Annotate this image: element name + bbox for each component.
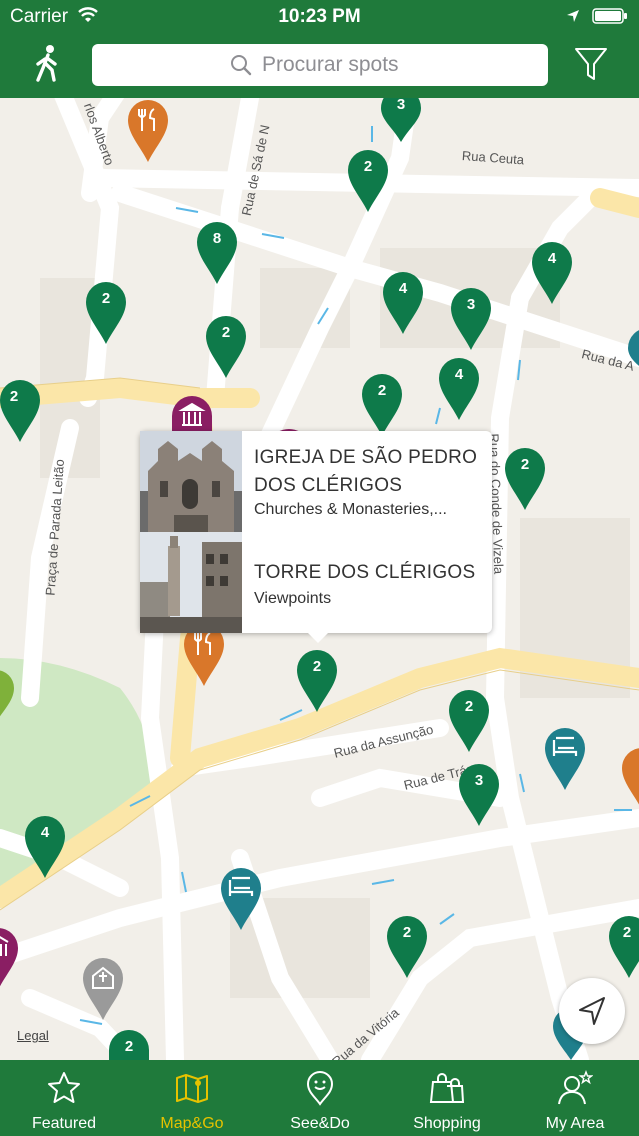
cluster-pin[interactable]: 2: [505, 448, 545, 515]
tab-label: Map&Go: [160, 1115, 224, 1132]
church-photo: [140, 431, 242, 532]
pin-count: 2: [377, 382, 387, 399]
cluster-pin[interactable]: 2: [449, 690, 489, 757]
tab-label: See&Do: [290, 1115, 350, 1132]
pin-count: 3: [474, 772, 484, 789]
spot-title: IGREJA DE SÃO PEDRO: [254, 447, 478, 468]
spot-title: DOS CLÉRIGOS: [254, 475, 403, 496]
cluster-pin[interactable]: 8: [197, 222, 237, 289]
tab-label: My Area: [545, 1115, 605, 1132]
restaurant-pin[interactable]: [622, 748, 639, 815]
tab-label: Featured: [31, 1115, 97, 1132]
filter-icon[interactable]: [574, 46, 608, 82]
restaurant-pin[interactable]: [128, 100, 168, 167]
cluster-pin[interactable]: 4: [532, 242, 572, 309]
callout-tail: [306, 631, 330, 643]
spot-category: Viewpoints: [254, 590, 332, 607]
cluster-pin[interactable]: 2: [297, 650, 337, 717]
cluster-pin[interactable]: 2: [0, 380, 40, 447]
battery-icon: [592, 8, 627, 24]
tab-label: Shopping: [413, 1115, 481, 1132]
pin-count: 2: [363, 158, 373, 175]
cluster-pin[interactable]: 4: [439, 358, 479, 425]
spot-item[interactable]: IGREJA DE SÃO PEDRO DOS CLÉRIGOS Churche…: [140, 431, 492, 532]
star-icon: [48, 1072, 80, 1103]
shopping-bags-icon: [429, 1073, 465, 1103]
search-placeholder: Procurar spots: [262, 53, 399, 76]
pin-count: 3: [466, 296, 476, 313]
cluster-pin[interactable]: 3: [459, 764, 499, 831]
status-bar: Carrier 10:23 PM: [0, 0, 639, 34]
tab-bar: Featured Map&Go See&Do Shopping My Area: [0, 1060, 639, 1136]
navigation-arrow-icon: [579, 997, 605, 1025]
pin-count: 4: [398, 280, 408, 297]
pin-count: 8: [212, 230, 222, 247]
pin-count: 2: [622, 924, 632, 941]
cluster-pin[interactable]: 2: [86, 282, 126, 349]
my-location-button[interactable]: [559, 978, 625, 1044]
cluster-pin[interactable]: 2: [609, 916, 639, 983]
tower-photo: [140, 532, 242, 633]
park-pin[interactable]: [0, 670, 14, 727]
pin-count: 4: [547, 250, 557, 267]
search-input[interactable]: Procurar spots: [92, 44, 548, 86]
user-star-icon: [558, 1070, 593, 1105]
spot-callout[interactable]: IGREJA DE SÃO PEDRO DOS CLÉRIGOS Churche…: [140, 431, 492, 643]
cluster-pin[interactable]: 3: [381, 98, 421, 147]
monument-pin[interactable]: [0, 928, 18, 995]
top-bar: Procurar spots: [0, 34, 639, 98]
hotel-pin[interactable]: [628, 328, 639, 377]
tab-see-and-do[interactable]: See&Do: [256, 1060, 384, 1136]
pin-count: 2: [402, 924, 412, 941]
cluster-pin[interactable]: 2: [348, 150, 388, 217]
pin-count: 2: [312, 658, 322, 675]
tab-my-area[interactable]: My Area: [511, 1060, 639, 1136]
cluster-pin[interactable]: 2: [387, 916, 427, 983]
restaurant-pin[interactable]: [184, 624, 224, 691]
pin-count: 2: [101, 290, 111, 307]
pin-count: 2: [9, 388, 19, 405]
spot-item[interactable]: TORRE DOS CLÉRIGOS Viewpoints: [140, 532, 492, 633]
legal-link[interactable]: Legal: [17, 1028, 49, 1043]
cluster-pin[interactable]: 4: [383, 272, 423, 339]
pin-count: 3: [396, 98, 406, 113]
cluster-pin[interactable]: 3: [451, 288, 491, 355]
spot-category: Churches & Monasteries,...: [254, 501, 447, 518]
hotel-pin[interactable]: [545, 728, 585, 795]
map-icon: [176, 1074, 208, 1103]
walking-person-icon[interactable]: [30, 44, 64, 84]
church-pin[interactable]: [83, 958, 123, 1025]
cluster-pin[interactable]: 4: [25, 816, 65, 883]
pin-count: 2: [124, 1038, 134, 1055]
pin-count: 2: [221, 324, 231, 341]
spot-title: TORRE DOS CLÉRIGOS: [254, 562, 476, 583]
tab-map-and-go[interactable]: Map&Go: [128, 1060, 256, 1136]
tab-featured[interactable]: Featured: [0, 1060, 128, 1136]
pin-count: 2: [520, 456, 530, 473]
location-arrow-icon: [567, 10, 579, 22]
hotel-pin[interactable]: [221, 868, 261, 935]
smiley-pin-icon: [306, 1071, 334, 1106]
pin-count: 4: [40, 824, 50, 841]
clock: 10:23 PM: [278, 6, 361, 27]
pin-count: 2: [464, 698, 474, 715]
cluster-pin[interactable]: 2: [206, 316, 246, 383]
cluster-pin[interactable]: 2: [109, 1030, 149, 1060]
pin-count: 4: [454, 366, 464, 383]
search-icon: [231, 55, 252, 76]
tab-shopping[interactable]: Shopping: [383, 1060, 511, 1136]
